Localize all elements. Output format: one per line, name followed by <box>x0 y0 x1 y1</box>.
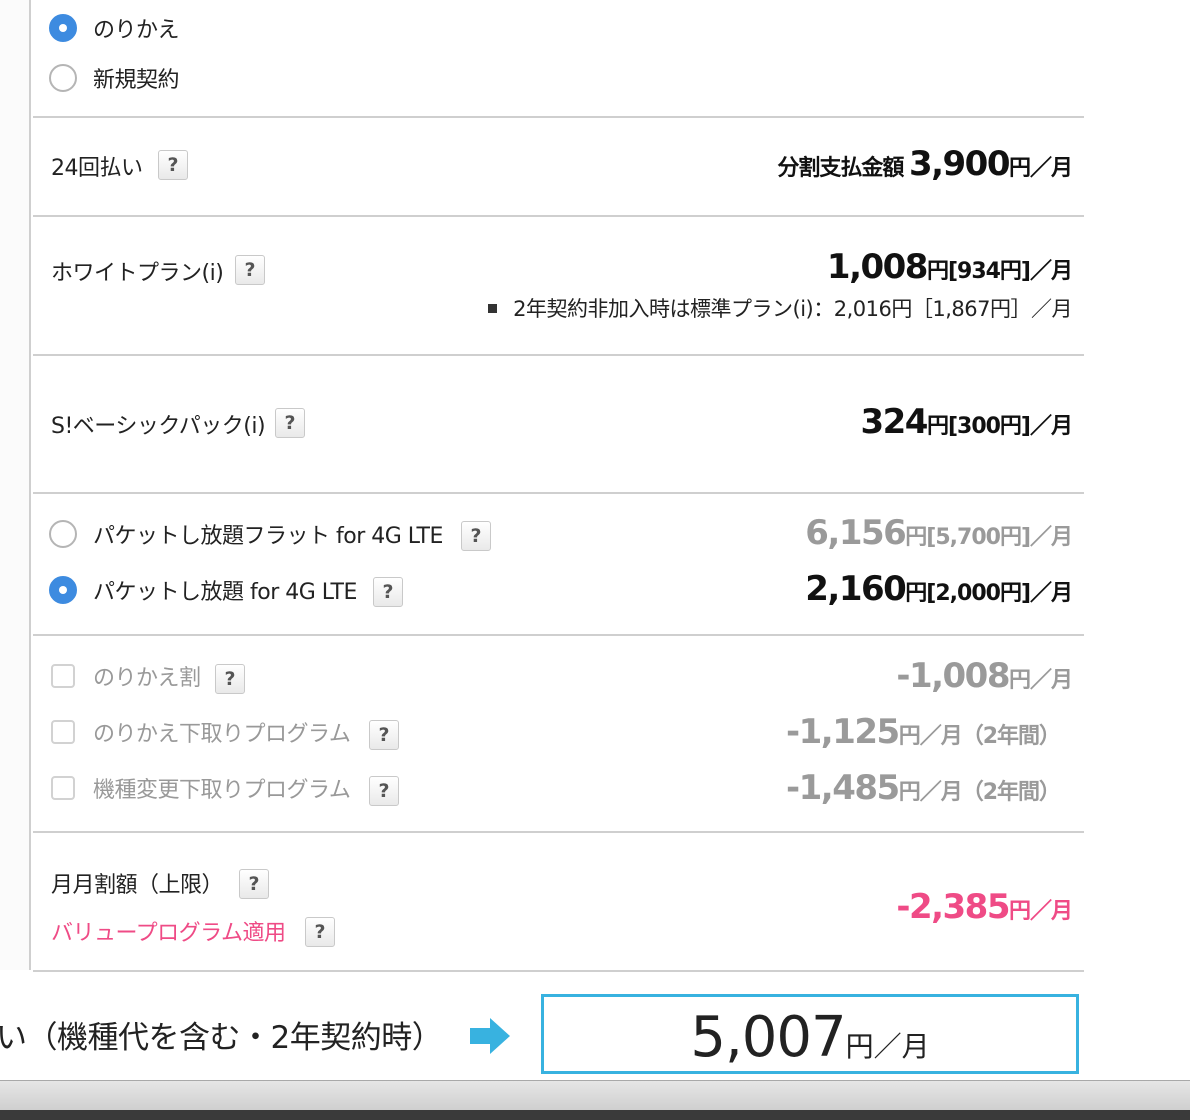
help-icon[interactable]: ? <box>461 521 491 551</box>
packet-plan-row: パケットし放題フラット for 4G LTE ? 6,156円[5,700円]／… <box>33 494 1084 636</box>
help-icon[interactable]: ? <box>373 577 403 607</box>
help-icon[interactable]: ? <box>369 776 399 806</box>
help-icon[interactable]: ? <box>239 869 269 899</box>
price-simulation-panel: のりかえ 新規契約 24回払い ? 分割支払金額 3,900円／月 ホワイトプラ… <box>33 0 1084 972</box>
installment-price: 分割支払金額 3,900円／月 <box>777 144 1073 184</box>
radio-packet-flat[interactable] <box>49 520 77 548</box>
standard-plan-note: 2年契約非加入時は標準プラン(i)：2,016円［1,867円］／月 <box>488 293 1072 323</box>
help-icon[interactable]: ? <box>158 150 188 180</box>
basic-pack-label: S!ベーシックパック(i) <box>51 414 266 439</box>
checkbox-model-change-tradein[interactable] <box>51 776 75 800</box>
monthly-discount-row: 月月割額（上限） ? バリュープログラム適用 ? -2,385円／月 <box>33 833 1084 972</box>
installment-row: 24回払い ? 分割支払金額 3,900円／月 <box>33 118 1084 217</box>
checkbox-norikae-tradein[interactable] <box>51 720 75 744</box>
desktop-background-strip <box>0 1110 1190 1120</box>
left-label-column <box>0 0 31 970</box>
contract-type-row: のりかえ 新規契約 <box>33 0 1084 118</box>
packet-standard-label: パケットし放題 for 4G LTE <box>93 580 357 605</box>
bullet-icon <box>488 303 498 313</box>
help-icon[interactable]: ? <box>305 917 335 947</box>
norikae-discount-label: のりかえ割 <box>93 666 201 691</box>
radio-new-contract[interactable] <box>49 64 77 92</box>
basic-plan-row: ホワイトプラン(i) ? 1,008円[934円]／月 2年契約非加入時は標準プ… <box>33 217 1084 356</box>
radio-packet-standard[interactable] <box>49 576 77 604</box>
basic-plan-price: 1,008円[934円]／月 <box>826 247 1073 287</box>
model-change-tradein-price: -1,485円／月（2年間） <box>786 768 1061 808</box>
model-change-tradein-label: 機種変更下取りプログラム <box>93 778 351 803</box>
discount-row: のりかえ割 ? -1,008円／月 のりかえ下取りプログラム ? -1,125円… <box>33 636 1084 833</box>
checkbox-norikae-discount[interactable] <box>51 664 75 688</box>
radio-label-new-contract: 新規契約 <box>93 68 180 93</box>
packet-standard-price: 2,160円[2,000円]／月 <box>805 569 1073 609</box>
monthly-discount-price: -2,385円／月 <box>896 887 1073 927</box>
total-price-box: 5,007円／月 <box>541 994 1079 1074</box>
window-bottom-bar <box>0 1080 1190 1110</box>
help-icon[interactable]: ? <box>369 720 399 750</box>
arrow-right-icon <box>470 1018 510 1054</box>
radio-norikae[interactable] <box>49 14 77 42</box>
total-price: 5,007円／月 <box>690 1005 930 1070</box>
monthly-discount-label: 月月割額（上限） <box>51 873 224 898</box>
help-icon[interactable]: ? <box>215 664 245 694</box>
installment-label: 24回払い <box>51 156 143 181</box>
norikae-discount-price: -1,008円／月 <box>896 656 1073 696</box>
basic-plan-label: ホワイトプラン(i) <box>51 261 224 286</box>
norikae-tradein-label: のりかえ下取りプログラム <box>93 722 351 747</box>
packet-flat-label: パケットし放題フラット for 4G LTE <box>93 524 443 549</box>
radio-label-norikae: のりかえ <box>93 18 180 43</box>
value-program-label[interactable]: バリュープログラム適用 <box>51 915 286 947</box>
total-label: い（機種代を含む・2年契約時） <box>0 1020 443 1056</box>
help-icon[interactable]: ? <box>235 255 265 285</box>
basic-pack-price: 324円[300円]／月 <box>860 402 1073 442</box>
basic-pack-row: S!ベーシックパック(i) ? 324円[300円]／月 <box>33 356 1084 494</box>
norikae-tradein-price: -1,125円／月（2年間） <box>786 712 1061 752</box>
help-icon[interactable]: ? <box>275 408 305 438</box>
packet-flat-price: 6,156円[5,700円]／月 <box>805 513 1073 553</box>
